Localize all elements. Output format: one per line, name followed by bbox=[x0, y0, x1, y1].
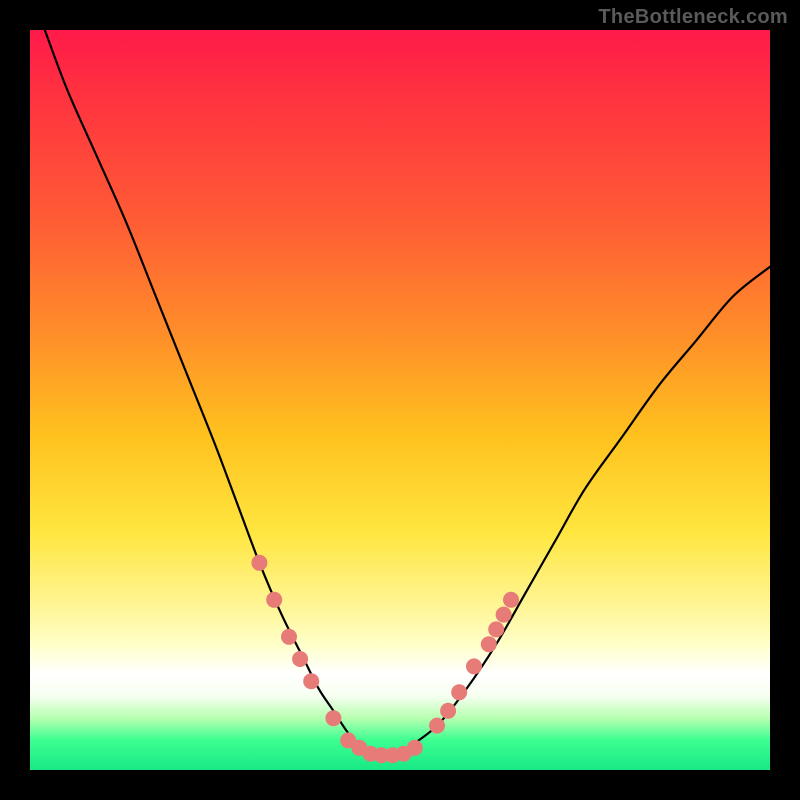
curve-marker bbox=[440, 703, 456, 719]
plot-area bbox=[30, 30, 770, 770]
curve-marker bbox=[281, 629, 297, 645]
curve-marker bbox=[451, 684, 467, 700]
curve-marker bbox=[481, 636, 497, 652]
curve-marker bbox=[292, 651, 308, 667]
curve-marker bbox=[325, 710, 341, 726]
curve-marker bbox=[429, 718, 445, 734]
curve-layer bbox=[30, 30, 770, 770]
curve-marker bbox=[251, 555, 267, 571]
curve-marker bbox=[503, 592, 519, 608]
curve-marker bbox=[407, 740, 423, 756]
curve-marker bbox=[466, 658, 482, 674]
curve-marker bbox=[488, 621, 504, 637]
watermark-text: TheBottleneck.com bbox=[598, 6, 788, 29]
chart-frame: TheBottleneck.com bbox=[0, 0, 800, 800]
bottleneck-curve bbox=[45, 30, 770, 756]
curve-marker bbox=[496, 607, 512, 623]
highlighted-points bbox=[251, 555, 519, 763]
curve-marker bbox=[303, 673, 319, 689]
curve-marker bbox=[266, 592, 282, 608]
